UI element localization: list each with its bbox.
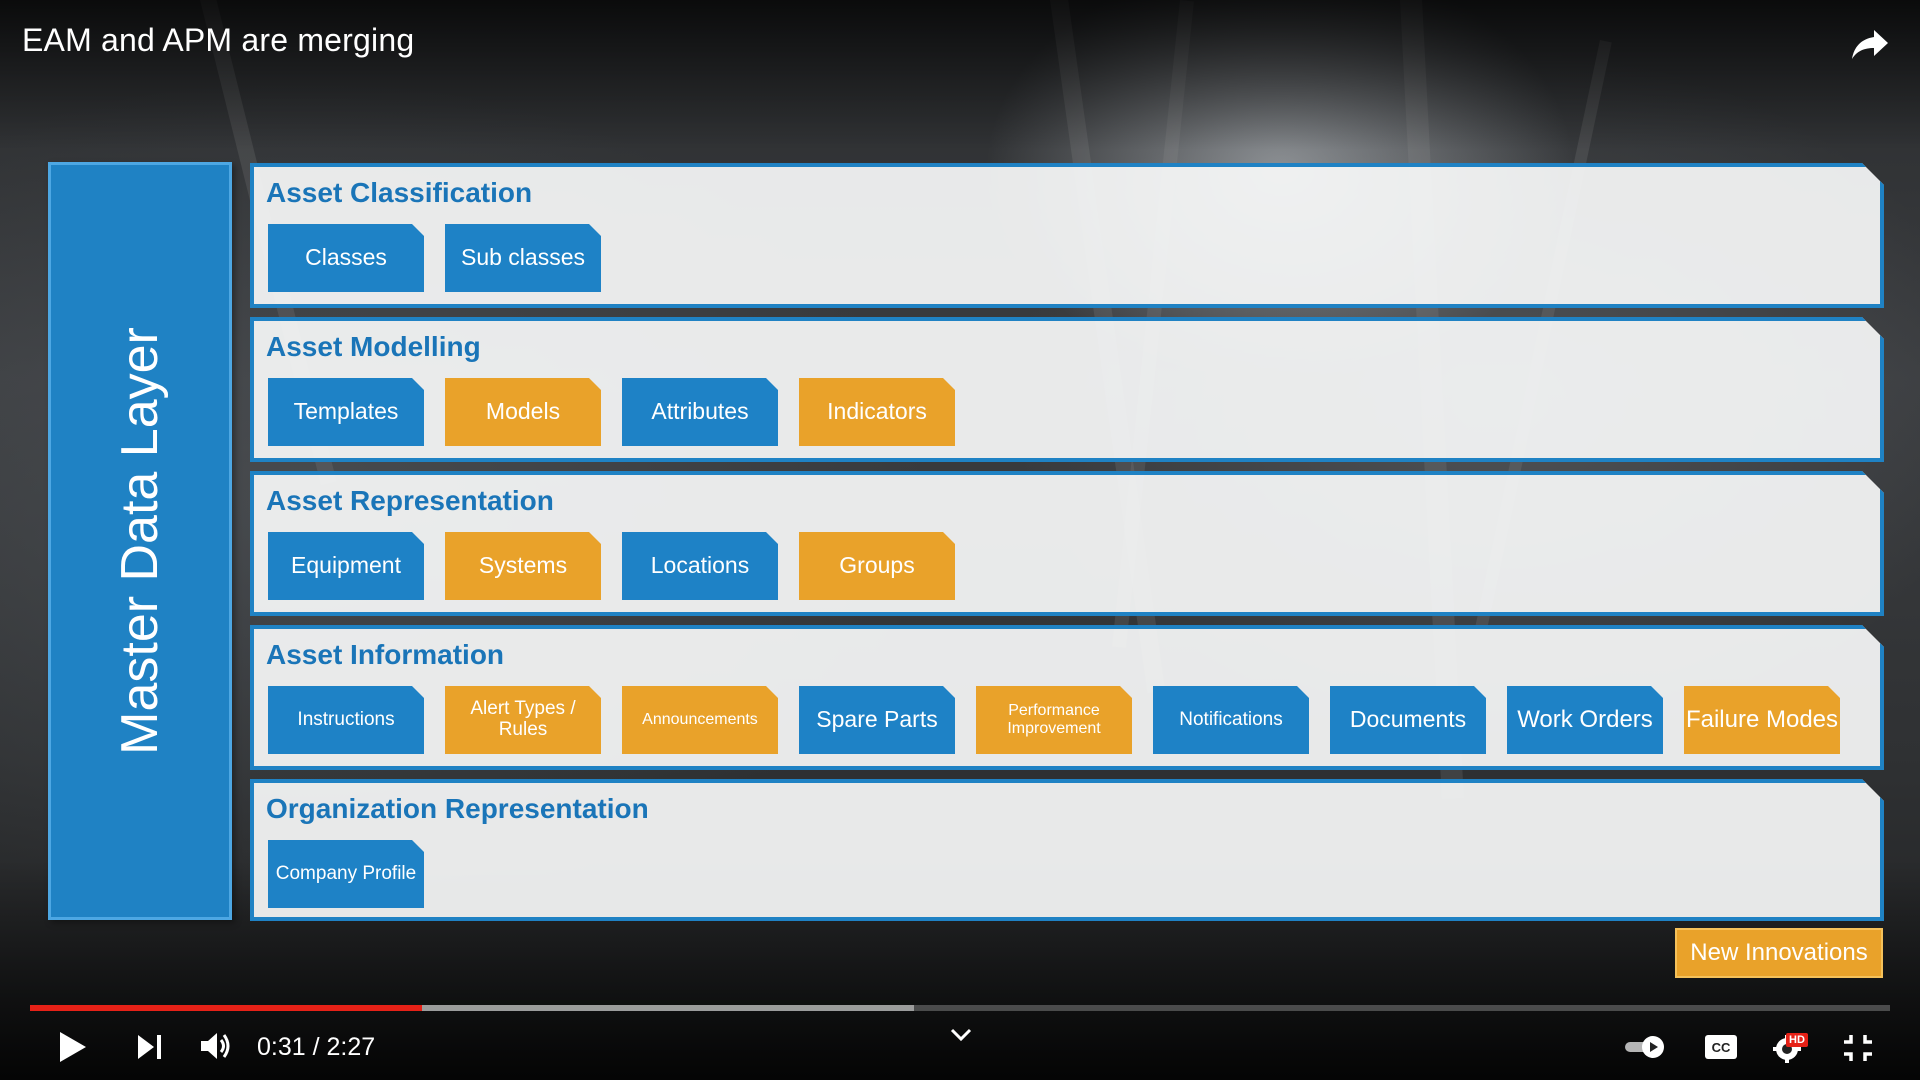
chip-sub-classes[interactable]: Sub classes [445, 224, 601, 292]
panel-title: Asset Information [266, 639, 505, 670]
chip-systems[interactable]: Systems [445, 532, 601, 600]
next-icon[interactable] [136, 1033, 164, 1061]
chip-notifications[interactable]: Notifications [1153, 686, 1309, 754]
panel-asset-classification: Asset Classification Classes Sub classes [250, 163, 1884, 308]
progress-played [30, 1005, 423, 1011]
chip-failure-modes[interactable]: Failure Modes [1684, 686, 1840, 754]
captions-icon[interactable]: CC [1704, 1034, 1738, 1060]
panel-asset-representation: Asset Representation Equipment Systems L… [250, 471, 1884, 616]
chip-groups[interactable]: Groups [799, 532, 955, 600]
chip-indicators[interactable]: Indicators [799, 378, 955, 446]
chip-performance-improvement[interactable]: Performance Improvement [976, 686, 1132, 754]
panel-title: Asset Classification [266, 177, 533, 208]
time-display: 0:31 / 2:27 [257, 1033, 376, 1061]
master-data-layer-label: Master Data Layer [111, 327, 169, 755]
chip-announcements[interactable]: Announcements [622, 686, 778, 754]
panel-asset-modelling: Asset Modelling Templates Models Attribu… [250, 317, 1884, 462]
autoplay-toggle-icon[interactable] [1623, 1033, 1667, 1061]
master-data-layer: Master Data Layer [48, 162, 232, 920]
panel-organization-representation: Organization Representation Company Prof… [250, 779, 1884, 921]
progress-bar[interactable] [30, 1005, 1890, 1011]
volume-icon[interactable] [199, 1030, 233, 1062]
video-title[interactable]: EAM and APM are merging [22, 22, 414, 59]
chip-company-profile[interactable]: Company Profile [268, 840, 424, 908]
new-innovations-badge: New Innovations [1675, 928, 1883, 978]
panel-title: Organization Representation [266, 793, 649, 824]
panel-title: Asset Modelling [266, 331, 481, 362]
chip-locations[interactable]: Locations [622, 532, 778, 600]
exit-fullscreen-icon[interactable] [1842, 1033, 1874, 1063]
chip-classes[interactable]: Classes [268, 224, 424, 292]
chip-models[interactable]: Models [445, 378, 601, 446]
chip-templates[interactable]: Templates [268, 378, 424, 446]
chevron-down-icon[interactable] [948, 1026, 974, 1044]
chip-instructions[interactable]: Instructions [268, 686, 424, 754]
chip-work-orders[interactable]: Work Orders [1507, 686, 1663, 754]
panel-title: Asset Representation [266, 485, 554, 516]
play-icon[interactable] [58, 1030, 88, 1064]
chip-alert-types-rules[interactable]: Alert Types / Rules [445, 686, 601, 754]
hd-badge: HD [1786, 1033, 1808, 1047]
chip-attributes[interactable]: Attributes [622, 378, 778, 446]
panel-asset-information: Asset Information Instructions Alert Typ… [250, 625, 1884, 770]
chip-equipment[interactable]: Equipment [268, 532, 424, 600]
share-icon[interactable] [1850, 26, 1890, 62]
svg-text:CC: CC [1712, 1040, 1731, 1055]
chip-documents[interactable]: Documents [1330, 686, 1486, 754]
chip-spare-parts[interactable]: Spare Parts [799, 686, 955, 754]
